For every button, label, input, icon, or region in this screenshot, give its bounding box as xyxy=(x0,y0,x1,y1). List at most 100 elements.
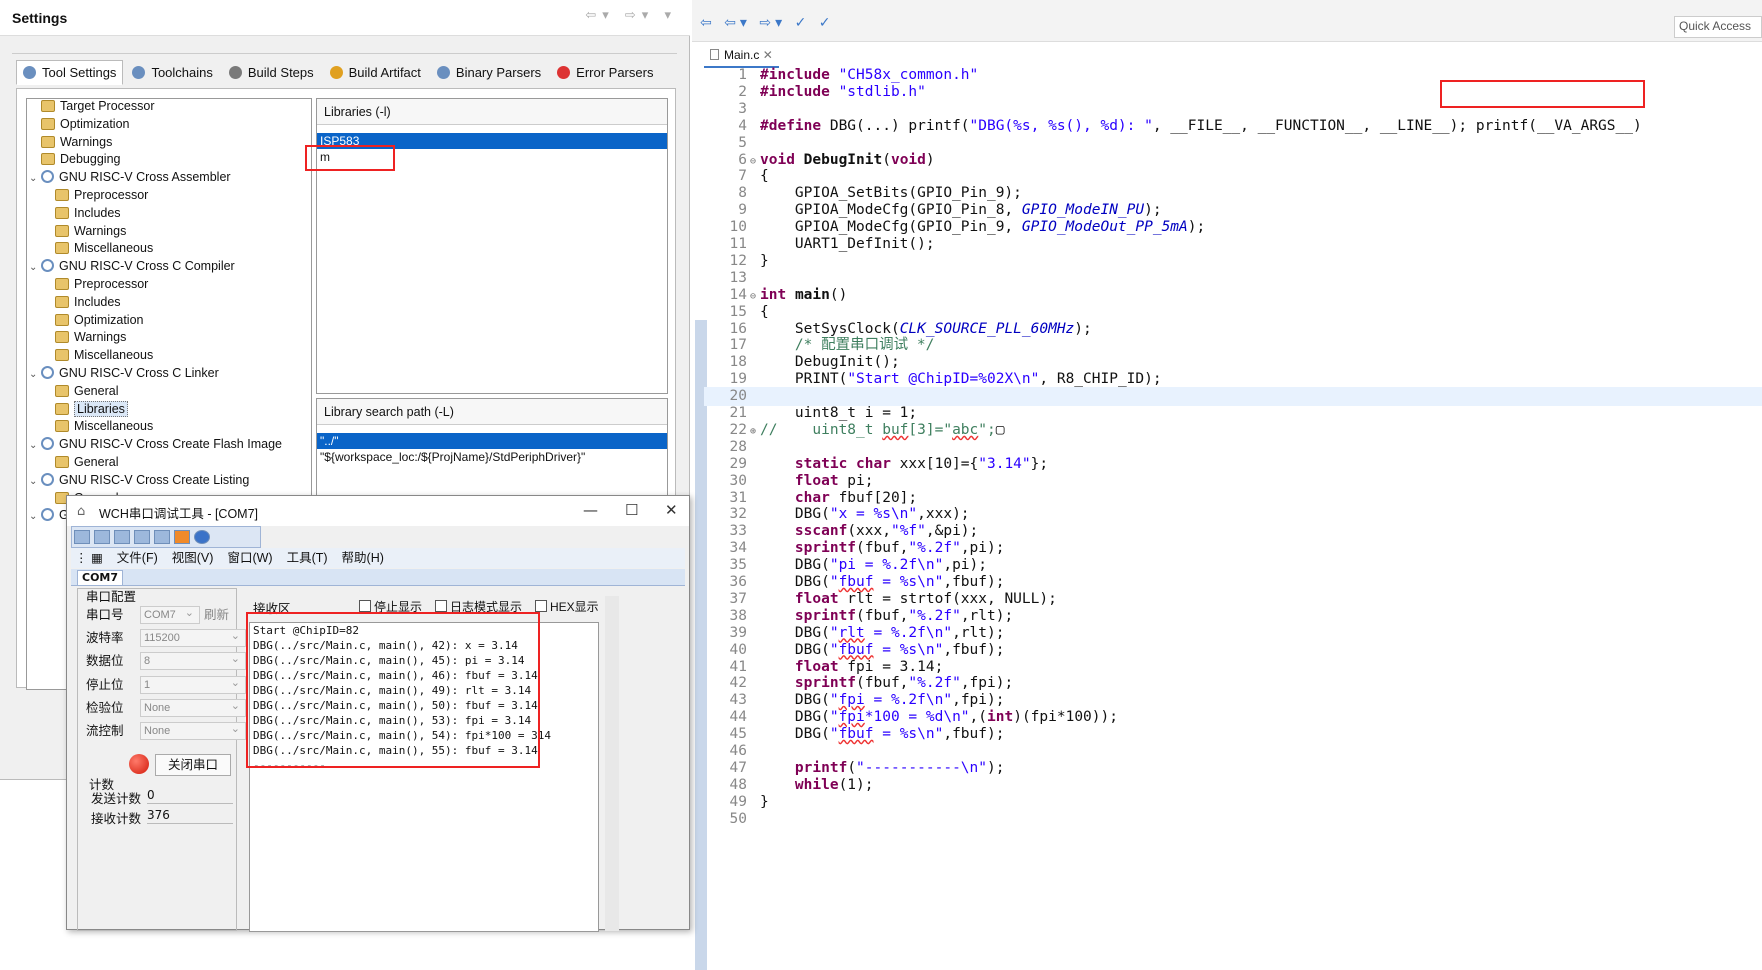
config-select[interactable]: None xyxy=(140,721,246,740)
libraries-box: Libraries (-l) ISP583 m xyxy=(316,98,668,394)
tree-item[interactable]: General xyxy=(55,453,118,472)
search-path-header: Library search path (-L) xyxy=(317,399,667,425)
tab-icon xyxy=(132,66,146,79)
close-icon[interactable]: ✕ xyxy=(763,48,773,62)
close-icon[interactable]: ✕ xyxy=(665,501,678,519)
tree-item[interactable]: Preprocessor xyxy=(55,275,148,294)
search-path-item[interactable]: "${workspace_loc:/${ProjName}/StdPeriphD… xyxy=(317,449,667,465)
tree-item[interactable]: Libraries xyxy=(55,400,128,419)
config-select[interactable]: COM7 xyxy=(140,605,200,624)
gear-icon xyxy=(41,366,54,379)
code-text: DBG("fpi*100 = %d\n",(int)(fpi*100)); xyxy=(760,709,1118,726)
menu-item[interactable]: 文件(F) xyxy=(117,548,158,568)
tree-item-label: GNU RISC-V Cross C Linker xyxy=(59,366,219,380)
code-text: GPIOA_SetBits(GPIO_Pin_9); xyxy=(760,185,1022,202)
tree-item[interactable]: Miscellaneous xyxy=(55,417,153,436)
tree-item[interactable]: ⌄ GNU RISC-V Cross Assembler xyxy=(29,168,231,187)
tree-item-label: Includes xyxy=(74,205,121,220)
status-led-icon xyxy=(129,754,149,774)
chevron-down-icon[interactable]: ⌄ xyxy=(29,436,41,455)
tree-item[interactable]: ⌄ GNU RISC-V Cross Create Flash Image xyxy=(29,435,282,454)
code-text: float fpi = 3.14; xyxy=(794,658,944,675)
tree-item[interactable]: Debugging xyxy=(41,150,120,169)
code-text: GPIOA_ModeCfg(GPIO_Pin_8, GPIO_ModeIN_PU… xyxy=(760,202,1162,219)
folder-settings-icon xyxy=(55,206,69,219)
chevron-down-icon[interactable]: ⌄ xyxy=(29,365,41,384)
tree-item-label: Optimization xyxy=(74,312,144,327)
folder-settings-icon xyxy=(41,100,55,112)
tree-item[interactable]: Target Processor xyxy=(41,99,154,116)
chevron-down-icon[interactable]: ⌄ xyxy=(29,507,41,526)
tree-item-label: Miscellaneous xyxy=(74,241,154,256)
config-label: 波特率 xyxy=(86,631,124,646)
menu-item[interactable]: 窗口(W) xyxy=(227,548,272,568)
tree-item-label: Libraries xyxy=(74,400,128,417)
menu-item[interactable]: 工具(T) xyxy=(287,548,328,568)
tree-item[interactable]: Warnings xyxy=(55,222,126,241)
folder-settings-icon xyxy=(55,278,69,290)
tab-binary-parsers[interactable]: Binary Parsers xyxy=(430,60,548,85)
tree-item[interactable]: Miscellaneous xyxy=(55,346,153,365)
code-text: UART1_DefInit(); xyxy=(760,236,935,252)
code-text: DebugInit(); xyxy=(760,354,900,371)
code-text: sprintf(fbuf,"%.2f",fpi); xyxy=(794,675,1014,692)
search-path-item[interactable]: "../" xyxy=(317,433,667,449)
tree-item[interactable]: ⌄ GNU RISC-V Cross C Compiler xyxy=(29,257,235,276)
hex-display-checkbox[interactable]: HEX显示 xyxy=(535,598,599,615)
tree-item[interactable]: Optimization xyxy=(55,311,143,330)
refresh-button[interactable]: 刷新 xyxy=(204,605,229,625)
folder-settings-icon xyxy=(55,242,69,255)
menu-item[interactable]: 视图(V) xyxy=(172,548,214,568)
quick-access-input[interactable]: Quick Access xyxy=(1674,16,1762,38)
tab-com7[interactable]: COM7 xyxy=(77,570,124,586)
close-port-button[interactable]: 关闭串口 xyxy=(155,754,231,776)
tree-item[interactable]: General xyxy=(55,382,118,401)
config-select[interactable]: 115200 xyxy=(140,628,246,648)
tree-item-label: Warnings xyxy=(74,223,127,238)
scrollbar[interactable] xyxy=(605,596,619,931)
code-line[interactable]: 50 xyxy=(704,810,1762,829)
tab-label: Toolchains xyxy=(151,65,213,80)
tree-item[interactable]: Includes xyxy=(55,293,121,312)
tree-item[interactable]: Warnings xyxy=(55,328,126,347)
tree-item-label: General xyxy=(74,455,119,469)
tab-tool-settings[interactable]: Tool Settings xyxy=(16,60,124,85)
maximize-icon[interactable]: ☐ xyxy=(625,501,638,519)
tab-toolchains[interactable]: Toolchains xyxy=(125,60,219,85)
tab-icon xyxy=(436,66,450,79)
config-label: 数据位 xyxy=(86,654,124,669)
app-icon: ⌂ xyxy=(77,504,86,519)
tab-build-steps[interactable]: Build Steps xyxy=(222,60,321,85)
toolbar-nav-icons[interactable]: ⇦ ⇦▾ ⇨▾ ✓ ✓ xyxy=(700,15,835,31)
minimize-icon[interactable]: — xyxy=(583,501,598,519)
tree-item[interactable]: Preprocessor xyxy=(55,186,148,205)
chevron-down-icon[interactable]: ⌄ xyxy=(29,169,41,188)
code-text: #define DBG(...) printf("DBG(%s, %s(), %… xyxy=(760,117,1642,134)
tree-item[interactable]: Includes xyxy=(55,204,121,223)
config-select[interactable]: 8 xyxy=(140,651,246,671)
config-select[interactable]: None xyxy=(140,698,246,717)
gear-icon xyxy=(41,437,54,451)
code-text: sprintf(fbuf,"%.2f",pi); xyxy=(794,540,1005,557)
tree-item[interactable]: ⌄ GNU RISC-V Cross C Linker xyxy=(29,364,219,383)
gear-icon xyxy=(41,472,54,486)
tree-item-label: Miscellaneous xyxy=(74,419,154,434)
serial-toolbar[interactable] xyxy=(71,526,261,548)
menu-item[interactable]: 帮助(H) xyxy=(342,548,384,568)
tab-icon xyxy=(329,66,343,79)
code-text: GPIOA_ModeCfg(GPIO_Pin_9, GPIO_ModeOut_P… xyxy=(760,219,1206,236)
tree-item[interactable]: Warnings xyxy=(41,133,112,152)
tree-item[interactable]: ⌄ GNU RISC-V Cross Create Listing xyxy=(29,471,249,490)
highlight-box xyxy=(305,145,395,171)
config-select[interactable]: 1 xyxy=(140,675,246,694)
code-text: /* 配置串口调试 */ xyxy=(794,337,935,354)
tree-item[interactable]: Miscellaneous xyxy=(55,239,153,258)
nav-arrows[interactable]: ⇦▾ ⇨▾ ▾ xyxy=(585,8,677,23)
folder-settings-icon xyxy=(55,313,69,326)
chevron-down-icon[interactable]: ⌄ xyxy=(29,472,41,491)
chevron-down-icon[interactable]: ⌄ xyxy=(29,258,41,277)
tree-item[interactable]: Optimization xyxy=(41,115,129,134)
tab-build-artifact[interactable]: Build Artifact xyxy=(323,60,428,85)
tab-error-parsers[interactable]: Error Parsers xyxy=(550,60,660,85)
tab-main-c[interactable]: Main.c ✕ xyxy=(704,46,779,68)
